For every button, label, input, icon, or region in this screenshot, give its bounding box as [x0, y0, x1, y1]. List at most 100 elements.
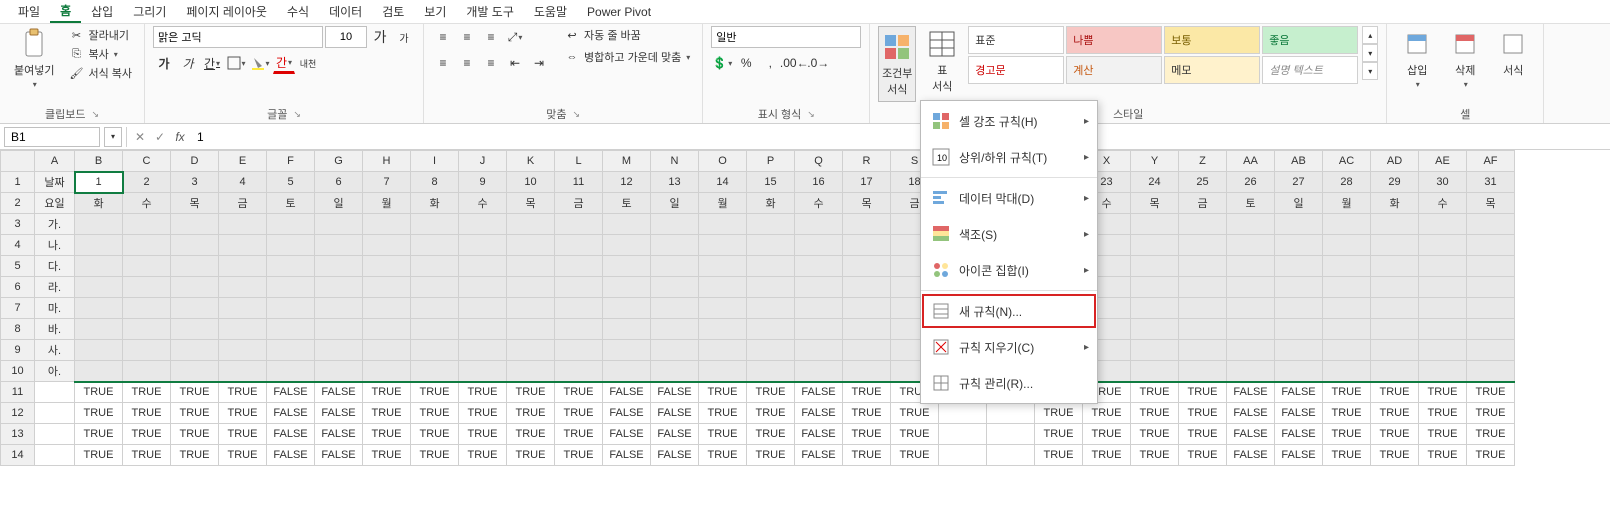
style-메모[interactable]: 메모 — [1164, 56, 1260, 84]
cell-AD4[interactable] — [1371, 235, 1419, 256]
cell-AF3[interactable] — [1467, 214, 1515, 235]
name-box-dropdown[interactable]: ▾ — [104, 127, 122, 147]
cell-F1[interactable]: 5 — [267, 172, 315, 193]
cell-L8[interactable] — [555, 319, 603, 340]
cf-color-scales[interactable]: 색조(S)▸ — [921, 216, 1097, 252]
cell-C3[interactable] — [123, 214, 171, 235]
cell-C13[interactable]: TRUE — [123, 424, 171, 445]
style-표준[interactable]: 표준 — [968, 26, 1064, 54]
cell-G12[interactable]: FALSE — [315, 403, 363, 424]
cell-G6[interactable] — [315, 277, 363, 298]
cell-A11[interactable] — [35, 382, 75, 403]
format-button[interactable]: 서식 — [1491, 26, 1535, 80]
cell-AA8[interactable] — [1227, 319, 1275, 340]
col-header-M[interactable]: M — [603, 151, 651, 172]
cell-Y3[interactable] — [1131, 214, 1179, 235]
cell-F6[interactable] — [267, 277, 315, 298]
cell-C12[interactable]: TRUE — [123, 403, 171, 424]
col-header-AA[interactable]: AA — [1227, 151, 1275, 172]
cell-J6[interactable] — [459, 277, 507, 298]
cell-Q1[interactable]: 16 — [795, 172, 843, 193]
cell-J2[interactable]: 수 — [459, 193, 507, 214]
cell-M9[interactable] — [603, 340, 651, 361]
col-header-K[interactable]: K — [507, 151, 555, 172]
cell-D5[interactable] — [171, 256, 219, 277]
cell-AD3[interactable] — [1371, 214, 1419, 235]
cell-AE6[interactable] — [1419, 277, 1467, 298]
cell-D9[interactable] — [171, 340, 219, 361]
cell-AF2[interactable]: 목 — [1467, 193, 1515, 214]
cell-J9[interactable] — [459, 340, 507, 361]
cell-L6[interactable] — [555, 277, 603, 298]
cell-S13[interactable]: TRUE — [891, 424, 939, 445]
italic-button[interactable]: 가 — [177, 52, 199, 74]
col-header-L[interactable]: L — [555, 151, 603, 172]
cell-L2[interactable]: 금 — [555, 193, 603, 214]
cell-C10[interactable] — [123, 361, 171, 382]
cell-AC14[interactable]: TRUE — [1323, 445, 1371, 466]
cell-AB3[interactable] — [1275, 214, 1323, 235]
cell-Q12[interactable]: FALSE — [795, 403, 843, 424]
row-header-13[interactable]: 13 — [1, 424, 35, 445]
cell-E2[interactable]: 금 — [219, 193, 267, 214]
cell-AB12[interactable]: FALSE — [1275, 403, 1323, 424]
increase-font-button[interactable]: 가 — [369, 26, 391, 48]
col-header-J[interactable]: J — [459, 151, 507, 172]
cf-manage-rules[interactable]: 규칙 관리(R)... — [921, 365, 1097, 401]
font-size-select[interactable] — [325, 26, 367, 48]
formula-input[interactable] — [189, 127, 1610, 147]
font-face-select[interactable] — [153, 26, 323, 48]
cell-F7[interactable] — [267, 298, 315, 319]
cell-E9[interactable] — [219, 340, 267, 361]
cell-AE10[interactable] — [1419, 361, 1467, 382]
cell-P10[interactable] — [747, 361, 795, 382]
cell-I7[interactable] — [411, 298, 459, 319]
menu-개발 도구[interactable]: 개발 도구 — [456, 1, 524, 22]
cell-AB1[interactable]: 27 — [1275, 172, 1323, 193]
cell-J12[interactable]: TRUE — [459, 403, 507, 424]
cell-G3[interactable] — [315, 214, 363, 235]
cell-J8[interactable] — [459, 319, 507, 340]
cell-H6[interactable] — [363, 277, 411, 298]
cell-Z9[interactable] — [1179, 340, 1227, 361]
cancel-formula-button[interactable]: ✕ — [131, 130, 149, 144]
cell-Z11[interactable]: TRUE — [1179, 382, 1227, 403]
cell-AE7[interactable] — [1419, 298, 1467, 319]
cell-AE8[interactable] — [1419, 319, 1467, 340]
cell-R1[interactable]: 17 — [843, 172, 891, 193]
cell-AB2[interactable]: 일 — [1275, 193, 1323, 214]
cell-AB8[interactable] — [1275, 319, 1323, 340]
cell-D11[interactable]: TRUE — [171, 382, 219, 403]
cell-AC7[interactable] — [1323, 298, 1371, 319]
cell-AF10[interactable] — [1467, 361, 1515, 382]
cell-Z8[interactable] — [1179, 319, 1227, 340]
col-header-F[interactable]: F — [267, 151, 315, 172]
cell-I14[interactable]: TRUE — [411, 445, 459, 466]
cell-AA7[interactable] — [1227, 298, 1275, 319]
row-header-5[interactable]: 5 — [1, 256, 35, 277]
cell-C7[interactable] — [123, 298, 171, 319]
cell-Q7[interactable] — [795, 298, 843, 319]
cell-N9[interactable] — [651, 340, 699, 361]
cell-E7[interactable] — [219, 298, 267, 319]
cell-I6[interactable] — [411, 277, 459, 298]
cell-Y13[interactable]: TRUE — [1131, 424, 1179, 445]
cell-L9[interactable] — [555, 340, 603, 361]
menu-페이지 레이아웃[interactable]: 페이지 레이아웃 — [176, 1, 277, 22]
cell-AB11[interactable]: FALSE — [1275, 382, 1323, 403]
cell-AA2[interactable]: 토 — [1227, 193, 1275, 214]
cell-N7[interactable] — [651, 298, 699, 319]
cell-B7[interactable] — [75, 298, 123, 319]
cell-B11[interactable]: TRUE — [75, 382, 123, 403]
cell-L5[interactable] — [555, 256, 603, 277]
cell-N1[interactable]: 13 — [651, 172, 699, 193]
cell-E13[interactable]: TRUE — [219, 424, 267, 445]
cell-Y14[interactable]: TRUE — [1131, 445, 1179, 466]
cell-A7[interactable]: 마. — [35, 298, 75, 319]
menu-홈[interactable]: 홈 — [50, 0, 81, 23]
cell-13[interactable] — [939, 424, 987, 445]
cell-J3[interactable] — [459, 214, 507, 235]
font-color-button[interactable]: 간▾ — [273, 52, 295, 74]
wrap-text-button[interactable]: ↩자동 줄 바꿈 — [560, 26, 694, 44]
cell-AB4[interactable] — [1275, 235, 1323, 256]
